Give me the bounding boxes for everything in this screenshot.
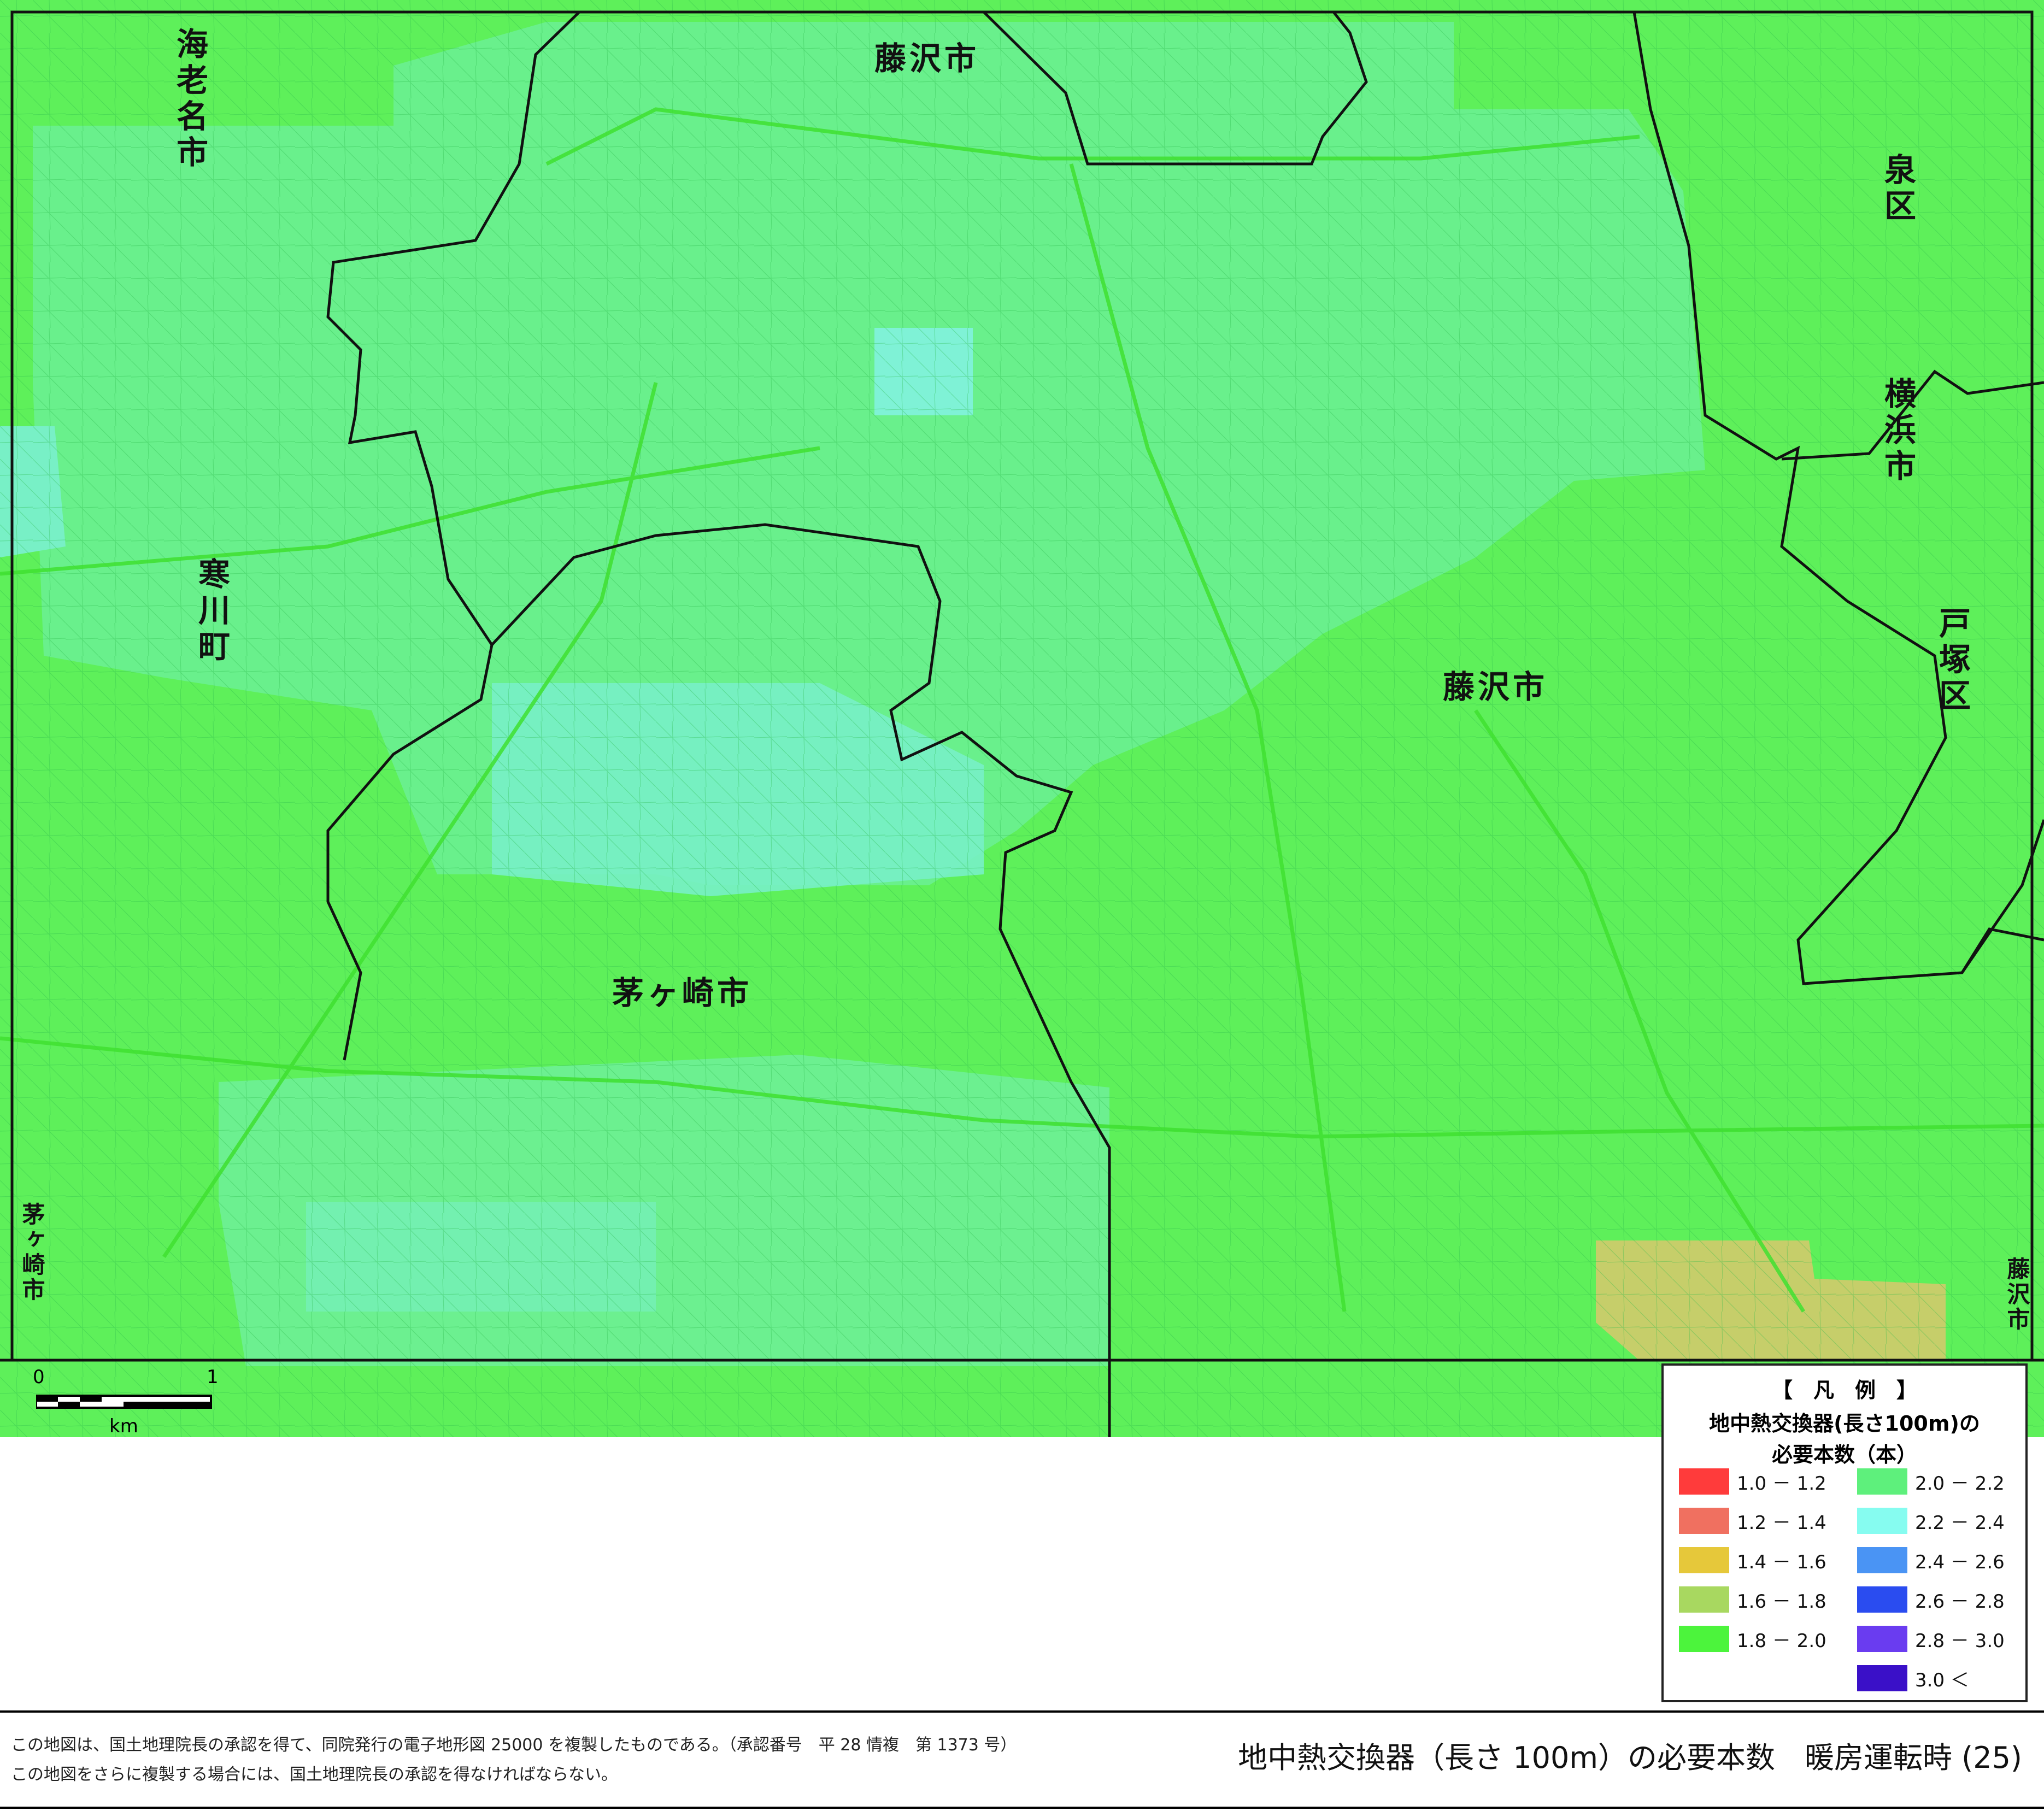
legend-swatch [1857, 1626, 1907, 1652]
legend-label: 1.6 － 1.8 [1737, 1590, 1826, 1613]
legend-item: 2.4 － 2.6 [1857, 1547, 2005, 1573]
legend-swatch [1679, 1626, 1729, 1652]
scale-unit: km [109, 1415, 138, 1437]
legend-swatch [1857, 1665, 1907, 1691]
legend-label: 2.4 － 2.6 [1915, 1551, 2005, 1573]
legend-item: 2.6 － 2.8 [1857, 1586, 2005, 1613]
legend-swatch [1679, 1468, 1729, 1495]
footer-bottom-border [0, 1807, 2044, 1809]
footer-divider [0, 1710, 2044, 1713]
legend-item: 1.8 － 2.0 [1679, 1626, 1826, 1652]
legend-label: 2.8 － 3.0 [1915, 1630, 2005, 1652]
legend-item: 2.8 － 3.0 [1857, 1626, 2005, 1652]
legend-label: 3.0 ＜ [1915, 1669, 1969, 1691]
legend-label: 2.2 － 2.4 [1915, 1512, 2005, 1534]
place-label-fujisawa-mid: 藤沢市 [1443, 668, 1548, 705]
place-label-izumi: 泉区 [1879, 153, 1916, 225]
legend-item: 1.0 － 1.2 [1679, 1468, 1826, 1495]
legend-swatch [1857, 1468, 1907, 1495]
map-title: 地中熱交換器（長さ 100m）の必要本数 暖房運転時 (25) [1238, 1741, 2022, 1775]
legend-item: 1.2 － 1.4 [1679, 1508, 1826, 1534]
legend-label: 2.0 － 2.2 [1915, 1472, 2005, 1495]
map-canvas[interactable] [0, 0, 2044, 1437]
legend-swatch [1679, 1586, 1729, 1613]
legend-label: 1.0 － 1.2 [1737, 1472, 1826, 1495]
place-label-yokohama: 横浜市 [1879, 377, 1916, 485]
legend-item: 3.0 ＜ [1857, 1665, 1969, 1691]
legend-item: 1.6 － 1.8 [1679, 1586, 1826, 1613]
copyright-note-2: この地図をさらに複製する場合には、国土地理院長の承認を得なければならない。 [11, 1765, 618, 1784]
legend-label: 1.4 － 1.6 [1737, 1551, 1826, 1573]
map-area[interactable]: 海老名市 藤沢市 泉区 横浜市 寒川町 藤沢市 戸塚区 茅ヶ崎市 茅ヶ崎市 藤沢… [0, 0, 2044, 1437]
legend-swatch [1679, 1508, 1729, 1534]
place-label-samukawa: 寒川町 [193, 557, 230, 666]
scale-bar-graphic [36, 1395, 212, 1409]
place-label-chigasaki-left: 茅ヶ崎市 [19, 1202, 45, 1303]
legend-item: 2.0 － 2.2 [1857, 1468, 2005, 1495]
legend-item: 1.4 － 1.6 [1679, 1547, 1826, 1573]
place-label-ebina: 海老名市 [171, 27, 208, 172]
legend-title-line2: 必要本数（本） [1771, 1443, 1917, 1467]
scale-label-0: 0 [33, 1366, 45, 1388]
legend-swatch [1857, 1547, 1907, 1573]
legend-label: 1.8 － 2.0 [1737, 1630, 1826, 1652]
legend-swatch [1857, 1508, 1907, 1534]
scale-label-1: 1 [207, 1366, 219, 1388]
place-label-chigasaki-center: 茅ヶ崎市 [612, 974, 753, 1012]
place-label-fujisawa-top: 藤沢市 [874, 40, 980, 77]
place-label-totsuka: 戸塚区 [1934, 607, 1971, 715]
legend-label: 1.2 － 1.4 [1737, 1512, 1826, 1534]
legend-swatch [1679, 1547, 1729, 1573]
legend-title-line1: 地中熱交換器(長さ100m)の [1709, 1412, 1980, 1436]
legend-item: 2.2 － 2.4 [1857, 1508, 2005, 1534]
copyright-note-1: この地図は、国土地理院長の承認を得て、同院発行の電子地形図 25000 を複製し… [11, 1736, 1017, 1755]
legend: 【 凡 例 】 地中熱交換器(長さ100m)の 必要本数（本） 1.0 － 1.… [1661, 1363, 2028, 1702]
legend-swatch [1857, 1586, 1907, 1613]
legend-title-bracket: 【 凡 例 】 [1771, 1378, 1917, 1402]
place-label-fujisawa-right: 藤沢市 [2004, 1257, 2030, 1332]
legend-label: 2.6 － 2.8 [1915, 1590, 2005, 1613]
scale-bar: 0 1 km [33, 1366, 219, 1437]
